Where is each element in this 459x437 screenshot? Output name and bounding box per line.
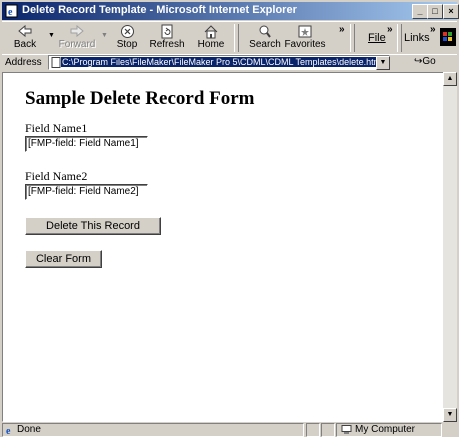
status-text-cell: e Done: [2, 423, 304, 437]
favorites-icon: [298, 25, 312, 38]
status-cell-empty-1: [306, 423, 320, 437]
field-label-1: Field Name1: [25, 121, 88, 135]
search-icon: [259, 25, 271, 38]
vertical-scrollbar[interactable]: ▲ ▼: [443, 72, 457, 422]
title-bar[interactable]: e Delete Record Template - Microsoft Int…: [2, 2, 459, 20]
toolbar-chevron[interactable]: »: [339, 24, 345, 35]
toolbar-separator-2: [350, 24, 355, 52]
stop-button[interactable]: Stop: [110, 23, 144, 53]
search-label: Search: [249, 39, 281, 50]
page-icon: [51, 57, 61, 68]
delete-record-button[interactable]: Delete This Record: [25, 217, 161, 235]
field-label-2: Field Name2: [25, 169, 88, 183]
toolbar-separator: [234, 24, 239, 52]
favorites-label: Favorites: [284, 39, 326, 50]
status-cell-empty-2: [321, 423, 335, 437]
page-title: Sample Delete Record Form: [25, 88, 255, 109]
ie-page-icon: e: [5, 4, 18, 18]
back-label: Back: [13, 39, 37, 50]
status-text: Done: [17, 424, 41, 435]
page-content: Sample Delete Record Form Field Name1 [F…: [2, 72, 444, 422]
forward-button[interactable]: Forward: [56, 23, 98, 53]
refresh-label: Refresh: [149, 39, 185, 50]
back-button[interactable]: Back: [6, 23, 44, 53]
menu-chevron[interactable]: »: [387, 24, 393, 35]
maximize-button[interactable]: □: [427, 4, 443, 19]
links-button[interactable]: Links: [404, 32, 430, 44]
back-arrow-icon: [18, 24, 32, 38]
back-dropdown-icon[interactable]: ▼: [48, 32, 55, 39]
go-button[interactable]: ↪Go: [414, 56, 436, 67]
address-bar: Address C:\Program Files\FileMaker\FileM…: [2, 54, 457, 71]
ie-status-icon: e: [6, 426, 11, 435]
computer-icon: [341, 425, 352, 434]
file-menu[interactable]: File: [368, 32, 386, 44]
field-input-2[interactable]: [FMP-field: Field Name2]: [25, 184, 148, 200]
security-zone-cell: My Computer: [336, 423, 442, 437]
minimize-button[interactable]: _: [412, 4, 428, 19]
home-icon: [204, 25, 218, 39]
forward-label: Forward: [58, 39, 96, 50]
svg-text:e: e: [8, 7, 13, 18]
stop-icon: [120, 25, 134, 38]
stop-label: Stop: [116, 39, 138, 50]
forward-dropdown-icon[interactable]: ▼: [101, 32, 108, 39]
refresh-button[interactable]: Refresh: [146, 23, 188, 53]
scroll-up-icon[interactable]: ▲: [443, 72, 457, 86]
svg-text:e: e: [6, 426, 11, 435]
refresh-icon: [161, 24, 173, 39]
security-zone-text: My Computer: [355, 424, 416, 435]
address-label: Address: [5, 57, 42, 68]
windows-logo-icon: [440, 28, 456, 46]
standard-toolbar: Back ▼ Forward ▼ Stop Refresh Home Searc…: [2, 21, 457, 55]
address-text: C:\Program Files\FileMaker\FileMaker Pro…: [61, 57, 383, 67]
address-input[interactable]: C:\Program Files\FileMaker\FileMaker Pro…: [48, 55, 390, 70]
home-label: Home: [197, 39, 225, 50]
browser-window: e Delete Record Template - Microsoft Int…: [0, 0, 459, 437]
toolbar-separator-3: [397, 24, 402, 52]
favorites-button[interactable]: Favorites: [283, 23, 327, 53]
go-label: Go: [422, 56, 436, 67]
links-chevron[interactable]: »: [430, 24, 436, 35]
close-button[interactable]: ×: [443, 4, 459, 19]
scroll-down-icon[interactable]: ▼: [443, 408, 457, 422]
clear-form-button[interactable]: Clear Form: [25, 250, 102, 268]
field-input-1[interactable]: [FMP-field: Field Name1]: [25, 136, 148, 152]
forward-arrow-icon: [70, 24, 84, 38]
status-bar: e Done My Computer: [2, 423, 457, 437]
search-button[interactable]: Search: [246, 23, 284, 53]
home-button[interactable]: Home: [194, 23, 228, 53]
window-title: Delete Record Template - Microsoft Inter…: [22, 4, 297, 16]
address-dropdown-icon[interactable]: ▼: [376, 56, 390, 70]
